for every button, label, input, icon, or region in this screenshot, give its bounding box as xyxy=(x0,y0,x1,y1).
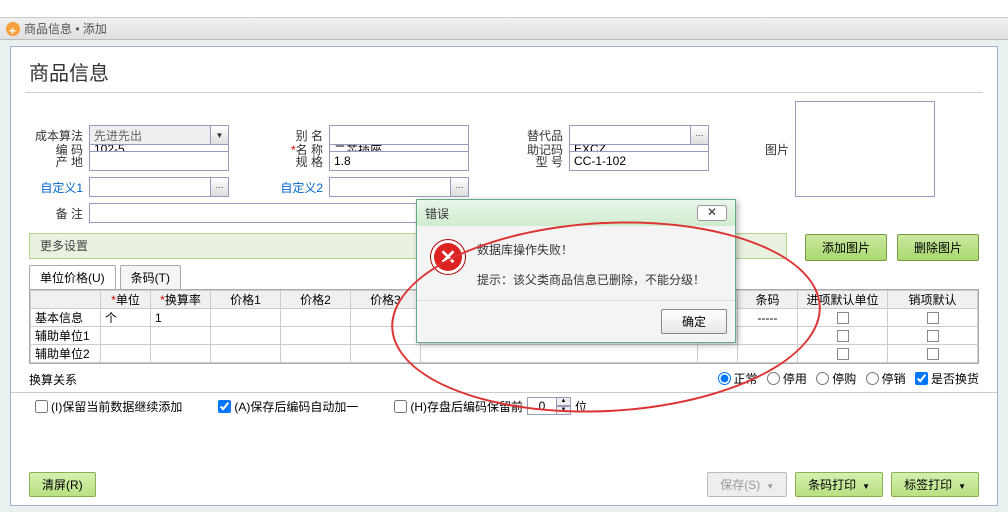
close-icon[interactable]: ✕ xyxy=(697,205,727,221)
add-icon xyxy=(6,22,20,36)
label-custom2: 自定义2 xyxy=(269,179,329,196)
image-box xyxy=(795,101,935,197)
table-row[interactable]: 辅助单位2 xyxy=(31,345,978,363)
check-swap[interactable]: 是否换货 xyxy=(915,370,979,387)
checkbox[interactable] xyxy=(837,348,849,360)
radio-normal[interactable]: 正常 xyxy=(718,370,758,387)
conversion-row: 换算关系 正常 停用 停购 停销 是否换货 xyxy=(11,364,997,392)
substitute-input[interactable] xyxy=(569,125,691,145)
tab-barcode[interactable]: 条码(T) xyxy=(120,265,181,289)
label-substitute: 替代品 xyxy=(509,127,569,144)
check-keep-add[interactable]: (I)保留当前数据继续添加 xyxy=(35,398,182,415)
cost-method-select[interactable] xyxy=(89,125,211,145)
radio-stop-sell[interactable]: 停销 xyxy=(866,370,906,387)
check-keep-front[interactable]: (H)存盘后编码保留前 xyxy=(394,398,523,415)
error-title-bar: 错误 ✕ xyxy=(417,200,735,226)
delete-image-button[interactable]: 删除图片 xyxy=(897,234,979,261)
barcode-print-button[interactable]: 条码打印▼ xyxy=(795,472,883,497)
checkbox[interactable] xyxy=(837,330,849,342)
keep-front-spinner[interactable]: ▲▼ xyxy=(527,397,571,415)
label-print-button[interactable]: 标签打印▼ xyxy=(891,472,979,497)
bottom-bar: 清屏(R) 保存(S)▼ 条码打印▼ 标签打印▼ xyxy=(11,472,997,497)
custom1-lookup-icon[interactable]: ⋯ xyxy=(211,177,229,197)
label-image: 图片 xyxy=(759,141,795,158)
check-auto-inc[interactable]: (A)保存后编码自动加一 xyxy=(218,398,358,415)
error-dialog: 错误 ✕ ✕ 数据库操作失败！ 提示：该父类商品信息已删除，不能分级！ 确定 xyxy=(416,199,736,343)
radio-stop-buy[interactable]: 停购 xyxy=(816,370,856,387)
status-options: 正常 停用 停购 停销 是否换货 xyxy=(712,370,979,388)
checkbox[interactable] xyxy=(837,312,849,324)
custom2-lookup-icon[interactable]: ⋯ xyxy=(451,177,469,197)
options-row: (I)保留当前数据继续添加 (A)保存后编码自动加一 (H)存盘后编码保留前 ▲… xyxy=(11,392,997,419)
model-input[interactable] xyxy=(569,151,709,171)
clear-button[interactable]: 清屏(R) xyxy=(29,472,96,497)
spinner-down-icon[interactable]: ▼ xyxy=(557,406,571,415)
spinner-up-icon[interactable]: ▲ xyxy=(557,397,571,406)
checkbox[interactable] xyxy=(927,348,939,360)
label-cost-method: 成本算法 xyxy=(29,127,89,144)
label-custom1: 自定义1 xyxy=(29,179,89,196)
main-panel: 商品信息 编 码 名 称 助记码 图片 成本算法 ▼ xyxy=(10,46,998,506)
substitute-lookup-icon[interactable]: ⋯ xyxy=(691,125,709,145)
label-model: 型 号 xyxy=(509,153,569,170)
label-alias: 别 名 xyxy=(269,127,329,144)
origin-input[interactable] xyxy=(89,151,229,171)
top-strip xyxy=(0,0,1008,18)
radio-disabled[interactable]: 停用 xyxy=(767,370,807,387)
save-button[interactable]: 保存(S)▼ xyxy=(707,472,787,497)
checkbox[interactable] xyxy=(927,330,939,342)
custom1-input[interactable] xyxy=(89,177,211,197)
error-ok-button[interactable]: 确定 xyxy=(661,309,727,334)
checkbox[interactable] xyxy=(927,312,939,324)
page-title: 商品信息 xyxy=(11,47,997,92)
error-text: 数据库操作失败！ 提示：该父类商品信息已删除，不能分级！ xyxy=(477,240,705,290)
label-origin: 产 地 xyxy=(29,153,89,170)
window-title: 商品信息 • 添加 xyxy=(24,18,107,40)
label-remark: 备 注 xyxy=(29,205,89,222)
label-spec: 规 格 xyxy=(269,153,329,170)
window-title-bar: 商品信息 • 添加 xyxy=(0,18,1008,40)
cost-method-dropdown-icon[interactable]: ▼ xyxy=(211,125,229,145)
spec-input[interactable] xyxy=(329,151,469,171)
tab-unit-price[interactable]: 单位价格(U) xyxy=(29,265,116,289)
error-icon: ✕ xyxy=(431,240,465,274)
custom2-input[interactable] xyxy=(329,177,451,197)
alias-input[interactable] xyxy=(329,125,469,145)
add-image-button[interactable]: 添加图片 xyxy=(805,234,887,261)
